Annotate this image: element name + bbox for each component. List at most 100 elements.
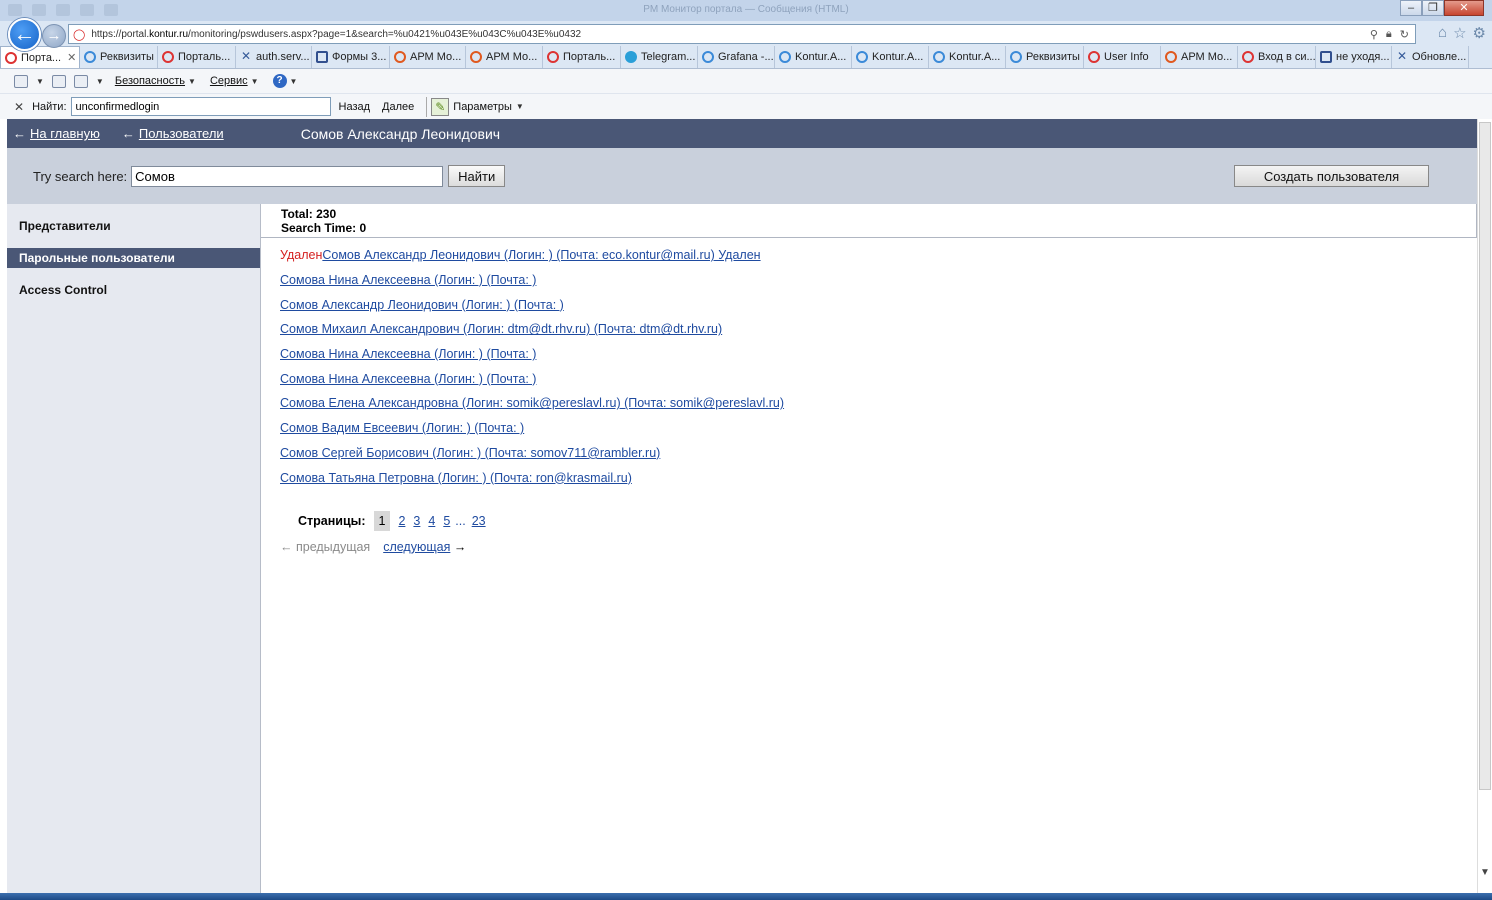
user-link[interactable]: Сомов Александр Леонидович (Логин: ) (По… (280, 298, 564, 312)
tab-label: Обновле... (1412, 51, 1467, 63)
gear-icon[interactable]: ⚙ (1473, 24, 1486, 42)
users-link-label[interactable]: Пользователи (139, 126, 224, 141)
page-link[interactable]: 5 (443, 514, 450, 528)
back-arrow-icon[interactable]: ← (8, 18, 41, 51)
scroll-down-icon[interactable]: ▼ (1480, 867, 1490, 878)
portal-icon (5, 51, 17, 64)
close-tab-icon[interactable]: ✕ (67, 51, 76, 64)
tab-14[interactable]: Реквизиты (1006, 46, 1084, 68)
tab-7[interactable]: АРМ Мо... (466, 46, 543, 68)
current-page: 1 (373, 510, 391, 531)
tab-1[interactable]: Порта... ✕ (0, 46, 80, 68)
pagination: Страницы: 1 2 3 4 5 ... 23 (261, 510, 1477, 531)
tab-19[interactable]: ✕ Обновле... (1392, 46, 1469, 68)
search-time: Search Time: 0 (281, 221, 367, 235)
user-link[interactable]: Сомов Александр Леонидович (Логин: ) (По… (322, 248, 760, 262)
user-link[interactable]: Сомова Татьяна Петровна (Логин: ) (Почта… (280, 471, 632, 485)
tab-label: АРМ Мо... (410, 51, 462, 63)
home-icon[interactable]: ⌂ (1438, 24, 1447, 42)
tab-15[interactable]: User Info (1084, 46, 1161, 68)
minimize-button[interactable]: – (1400, 0, 1422, 16)
portal-icon (547, 51, 559, 63)
restore-button[interactable]: ❐ (1422, 0, 1444, 16)
find-next-button[interactable]: Далее (382, 101, 414, 113)
next-page-label[interactable]: следующая (383, 540, 450, 554)
window-title: РМ Монитор портала — Сообщения (HTML) (643, 4, 849, 15)
last-page-link[interactable]: 23 (472, 514, 486, 528)
close-window-button[interactable]: ✕ (1444, 0, 1484, 16)
list-item: Удален Сомов Александр Леонидович (Логин… (280, 243, 1477, 268)
lock-icon[interactable]: 🔒︎ (1386, 28, 1392, 41)
find-input[interactable] (70, 97, 331, 116)
tab-label: Порталь... (563, 51, 616, 63)
home-link-label[interactable]: На главную (30, 126, 100, 141)
print-icon[interactable] (73, 74, 88, 88)
scrollbar-thumb[interactable] (1479, 122, 1491, 790)
create-user-button[interactable]: Создать пользователя (1234, 165, 1429, 187)
security-menu[interactable]: Безопасность ▼ (112, 75, 199, 87)
help-menu[interactable]: ? ▼ (270, 74, 301, 88)
close-icon[interactable]: ✕ (14, 100, 24, 114)
user-link[interactable]: Сомова Елена Александровна (Логин: somik… (280, 396, 784, 410)
tab-3[interactable]: Порталь... (158, 46, 236, 68)
find-back-button[interactable]: Назад (339, 101, 371, 113)
total-count: Total: 230 (281, 207, 337, 221)
user-link[interactable]: Сомова Нина Алексеевна (Логин: ) (Почта:… (280, 273, 536, 287)
page-link[interactable]: 2 (398, 514, 405, 528)
tab-17[interactable]: Вход в си... (1238, 46, 1316, 68)
address-url[interactable]: https://portal.kontur.ru/monitoring/pswd… (91, 29, 1370, 40)
tab-5[interactable]: Формы 3... (312, 46, 390, 68)
search-button[interactable]: Найти (448, 165, 506, 187)
next-page-link[interactable]: следующая → (383, 540, 466, 554)
tab-6[interactable]: АРМ Мо... (390, 46, 466, 68)
user-link[interactable]: Сомов Вадим Евсеевич (Логин: ) (Почта: ) (280, 421, 524, 435)
refresh-icon[interactable]: ↻ (1400, 28, 1409, 41)
chevron-down-icon: ▼ (250, 76, 259, 86)
chevron-down-icon: ▼ (515, 102, 524, 111)
mail-icon[interactable] (51, 74, 66, 88)
find-options-button[interactable]: ✎ Параметры ▼ (426, 96, 524, 117)
page-link[interactable]: 3 (413, 514, 420, 528)
user-link[interactable]: Сомов Сергей Борисович (Логин: ) (Почта:… (280, 446, 660, 460)
page-link[interactable]: 4 (428, 514, 435, 528)
tab-2[interactable]: Реквизиты (80, 46, 158, 68)
results-list: Удален Сомов Александр Леонидович (Логин… (261, 238, 1477, 490)
sidebar-item-password-users[interactable]: Парольные пользователи (7, 248, 260, 268)
tab-16[interactable]: АРМ Мо... (1161, 46, 1238, 68)
service-menu[interactable]: Сервис ▼ (207, 75, 262, 87)
tab-10[interactable]: Grafana -... (698, 46, 775, 68)
tab-13[interactable]: Kontur.A... (929, 46, 1006, 68)
tab-9[interactable]: Telegram... (621, 46, 698, 68)
pagination-label: Страницы: (298, 513, 366, 528)
tab-label: не уходя... (1336, 51, 1390, 63)
users-link[interactable]: ← Пользователи (122, 126, 224, 141)
pagination-ellipsis: ... (455, 513, 466, 528)
rss-icon[interactable] (14, 74, 28, 88)
forward-arrow-icon[interactable]: → (42, 24, 66, 48)
search-input[interactable] (131, 165, 444, 187)
vertical-scrollbar[interactable]: ▼ (1477, 119, 1492, 893)
tab-8[interactable]: Порталь... (543, 46, 621, 68)
chevron-down-icon[interactable]: ▼ (36, 77, 44, 86)
tab-12[interactable]: Kontur.A... (852, 46, 929, 68)
sidebar-item-access-control[interactable]: Access Control (7, 280, 260, 300)
tab-11[interactable]: Kontur.A... (775, 46, 852, 68)
sidebar-item-representatives[interactable]: Представители (7, 216, 260, 236)
chevron-down-icon[interactable]: ▼ (96, 77, 104, 86)
list-item: Сомов Сергей Борисович (Логин: ) (Почта:… (280, 441, 1477, 466)
telegram-icon (625, 51, 637, 63)
search-icon[interactable]: ⚲ (1370, 28, 1378, 41)
user-link[interactable]: Сомова Нина Алексеевна (Логин: ) (Почта:… (280, 372, 536, 386)
star-icon[interactable]: ☆ (1453, 24, 1466, 42)
user-link[interactable]: Сомов Михаил Александрович (Логин: dtm@d… (280, 322, 722, 336)
chevron-down-icon: ▼ (188, 76, 196, 86)
security-menu-label: Безопасность (114, 75, 186, 87)
tab-label: Формы 3... (332, 51, 387, 63)
user-link[interactable]: Сомова Нина Алексеевна (Логин: ) (Почта:… (280, 347, 536, 361)
tab-4[interactable]: ✕ auth.serv... (236, 46, 312, 68)
address-bar[interactable]: ◯ https://portal.kontur.ru/monitoring/ps… (68, 24, 1416, 44)
left-arrow-icon: ← (13, 126, 26, 141)
home-link[interactable]: ← На главную (13, 126, 100, 141)
tab-18[interactable]: не уходя... (1316, 46, 1392, 68)
chevron-down-icon: ▼ (289, 76, 298, 86)
